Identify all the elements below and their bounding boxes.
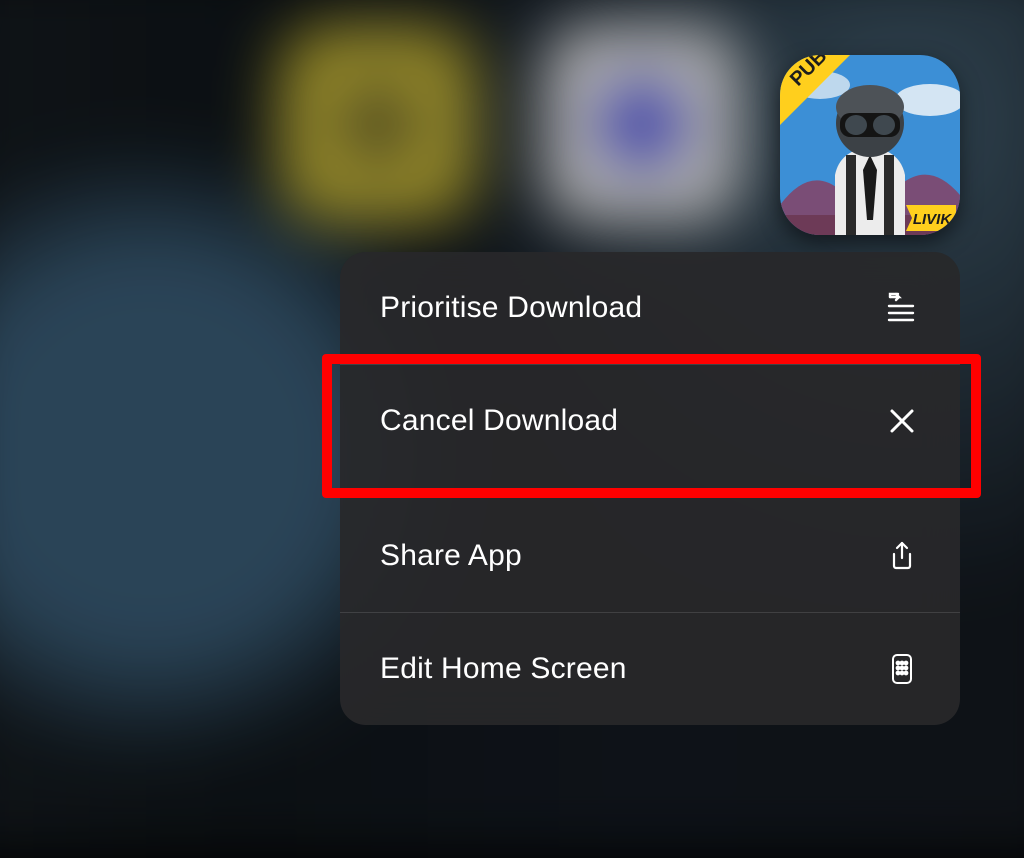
priority-list-icon (884, 290, 920, 326)
context-menu-group: Prioritise Download Cancel Download (340, 252, 960, 477)
menu-item-label: Cancel Download (380, 404, 618, 438)
context-menu-group: Share App Edit Home Screen (340, 499, 960, 725)
menu-item-label: Share App (380, 539, 522, 573)
blurred-app-icon (543, 25, 741, 223)
blurred-app-icon (279, 25, 477, 223)
close-icon (884, 403, 920, 439)
menu-item-label: Edit Home Screen (380, 652, 627, 686)
menu-item-share-app[interactable]: Share App (340, 500, 960, 612)
share-icon (884, 538, 920, 574)
menu-item-prioritise-download[interactable]: Prioritise Download (340, 252, 960, 364)
menu-item-label: Prioritise Download (380, 291, 642, 325)
menu-item-cancel-download[interactable]: Cancel Download (340, 364, 960, 477)
menu-item-edit-home-screen[interactable]: Edit Home Screen (340, 612, 960, 725)
app-icon-pubg[interactable]: PUBG LIVIK (780, 55, 960, 235)
app-context-menu: Prioritise Download Cancel Download (340, 252, 960, 725)
apps-grid-icon (884, 651, 920, 687)
